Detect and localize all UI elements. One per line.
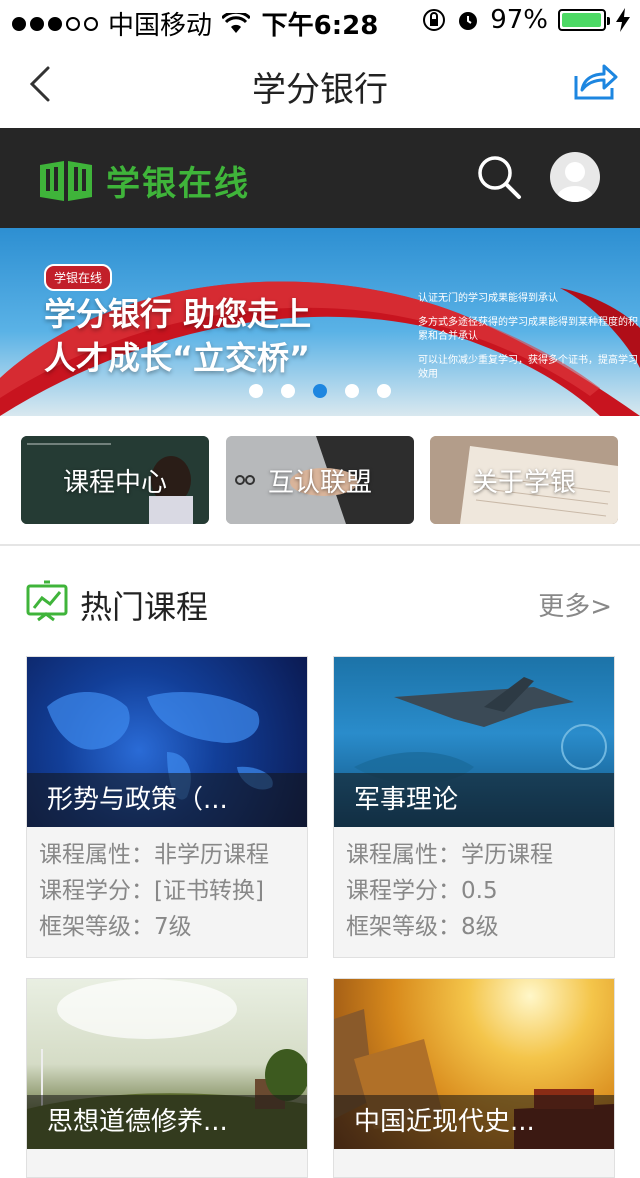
battery-percent: 97%: [490, 5, 548, 35]
meta-value: 8级: [461, 914, 499, 940]
meta-label: 课程属性：: [346, 842, 461, 868]
quick-link-label: 关于学银: [471, 467, 576, 498]
course-credit: 课程学分：[证书转换]: [39, 873, 307, 909]
course-thumbnail: 中国近现代史...: [334, 979, 614, 1149]
logo-text: 学银在线: [106, 164, 250, 204]
meta-value: 学历课程: [461, 842, 553, 868]
battery-icon: [558, 9, 610, 31]
course-attribute: 课程属性：学历课程: [346, 837, 614, 873]
meta-value: 7级: [154, 914, 192, 940]
course-thumbnail: 思想道德修养...: [27, 979, 307, 1149]
banner-headline-line1: 学分银行 助您走上: [44, 295, 312, 333]
quick-link-course-center[interactable]: 课程中心: [21, 436, 209, 524]
more-link[interactable]: 更多>: [538, 586, 612, 623]
status-right: 97%: [422, 5, 630, 35]
banner-bullet: 认证无门的学习成果能得到承认: [418, 293, 558, 304]
page-title: 学分银行: [252, 70, 388, 110]
meta-label: 课程学分：: [39, 878, 154, 904]
meta-label: 框架等级：: [39, 914, 154, 940]
meta-label: 框架等级：: [346, 914, 461, 940]
carousel-dot[interactable]: [377, 384, 391, 398]
share-icon[interactable]: [572, 62, 618, 102]
logo[interactable]: 学银在线: [38, 156, 250, 205]
quick-links: 课程中心 互认联盟 关于学银: [0, 436, 640, 524]
course-attribute: 课程属性：非学历课程: [39, 837, 307, 873]
alarm-icon: [459, 12, 478, 30]
course-card[interactable]: 中国近现代史...: [333, 978, 615, 1178]
section-divider: [0, 544, 640, 546]
carousel-dot[interactable]: [345, 384, 359, 398]
course-card[interactable]: 思想道德修养...: [26, 978, 308, 1178]
course-title: 思想道德修养...: [27, 1095, 307, 1149]
avatar[interactable]: [550, 152, 600, 202]
meta-value: [证书转换]: [154, 878, 264, 904]
carousel-dot[interactable]: [249, 384, 263, 398]
course-credit: 课程学分：0.5: [346, 873, 614, 909]
section-title: 热门课程: [80, 588, 209, 626]
banner-tag: 学银在线: [44, 264, 113, 291]
course-meta: 课程属性：非学历课程 课程学分：[证书转换] 框架等级：7级: [27, 827, 307, 945]
course-thumbnail: 形势与政策（...: [27, 657, 307, 827]
quick-link-mutual-alliance[interactable]: 互认联盟: [226, 436, 414, 524]
banner-headline-line2: 人才成长“立交桥”: [44, 339, 311, 377]
course-title: 军事理论: [334, 773, 614, 827]
search-icon[interactable]: [476, 154, 522, 200]
course-title: 中国近现代史...: [334, 1095, 614, 1149]
trend-chart-icon: [26, 580, 68, 622]
course-thumbnail: 军事理论: [334, 657, 614, 827]
course-title: 形势与政策（...: [27, 773, 307, 827]
course-meta: 课程属性：学历课程 课程学分：0.5 框架等级：8级: [334, 827, 614, 945]
hot-courses-header: 热门课程 更多>: [0, 572, 640, 632]
banner-bullet: 可以让你减少重复学习，获得多个证书，提高学习效用: [418, 355, 638, 380]
course-level: 框架等级：7级: [39, 909, 307, 945]
book-icon: [40, 160, 92, 201]
carousel-dot[interactable]: [281, 384, 295, 398]
charging-icon: [616, 8, 630, 32]
meta-label: 课程学分：: [346, 878, 461, 904]
nav-bar: 学分银行: [0, 40, 640, 128]
banner-bullet: 多方式多途径获得的学习成果能得到某种程度的积累和合并承认: [418, 317, 638, 342]
carousel-indicator: [0, 384, 640, 398]
quick-link-label: 互认联盟: [267, 467, 372, 498]
meta-value: 非学历课程: [154, 842, 269, 868]
status-bar: 中国移动 下午6:28 97%: [0, 0, 640, 41]
course-card[interactable]: 军事理论 课程属性：学历课程 课程学分：0.5 框架等级：8级: [333, 656, 615, 958]
site-header: 学银在线: [0, 128, 640, 228]
quick-link-about[interactable]: 关于学银: [430, 436, 618, 524]
rotation-lock-icon: [423, 9, 446, 31]
meta-value: 0.5: [461, 878, 498, 904]
banner-headline: 学分银行 助您走上 人才成长“立交桥”: [44, 292, 311, 380]
quick-link-label: 课程中心: [62, 467, 167, 498]
carousel-dot[interactable]: [313, 384, 327, 398]
meta-label: 课程属性：: [39, 842, 154, 868]
banner-bullets: 认证无门的学习成果能得到承认 多方式多途径获得的学习成果能得到某种程度的积累和合…: [418, 292, 640, 392]
course-card[interactable]: 形势与政策（... 课程属性：非学历课程 课程学分：[证书转换] 框架等级：7级: [26, 656, 308, 958]
course-level: 框架等级：8级: [346, 909, 614, 945]
user-icon: [557, 162, 593, 202]
